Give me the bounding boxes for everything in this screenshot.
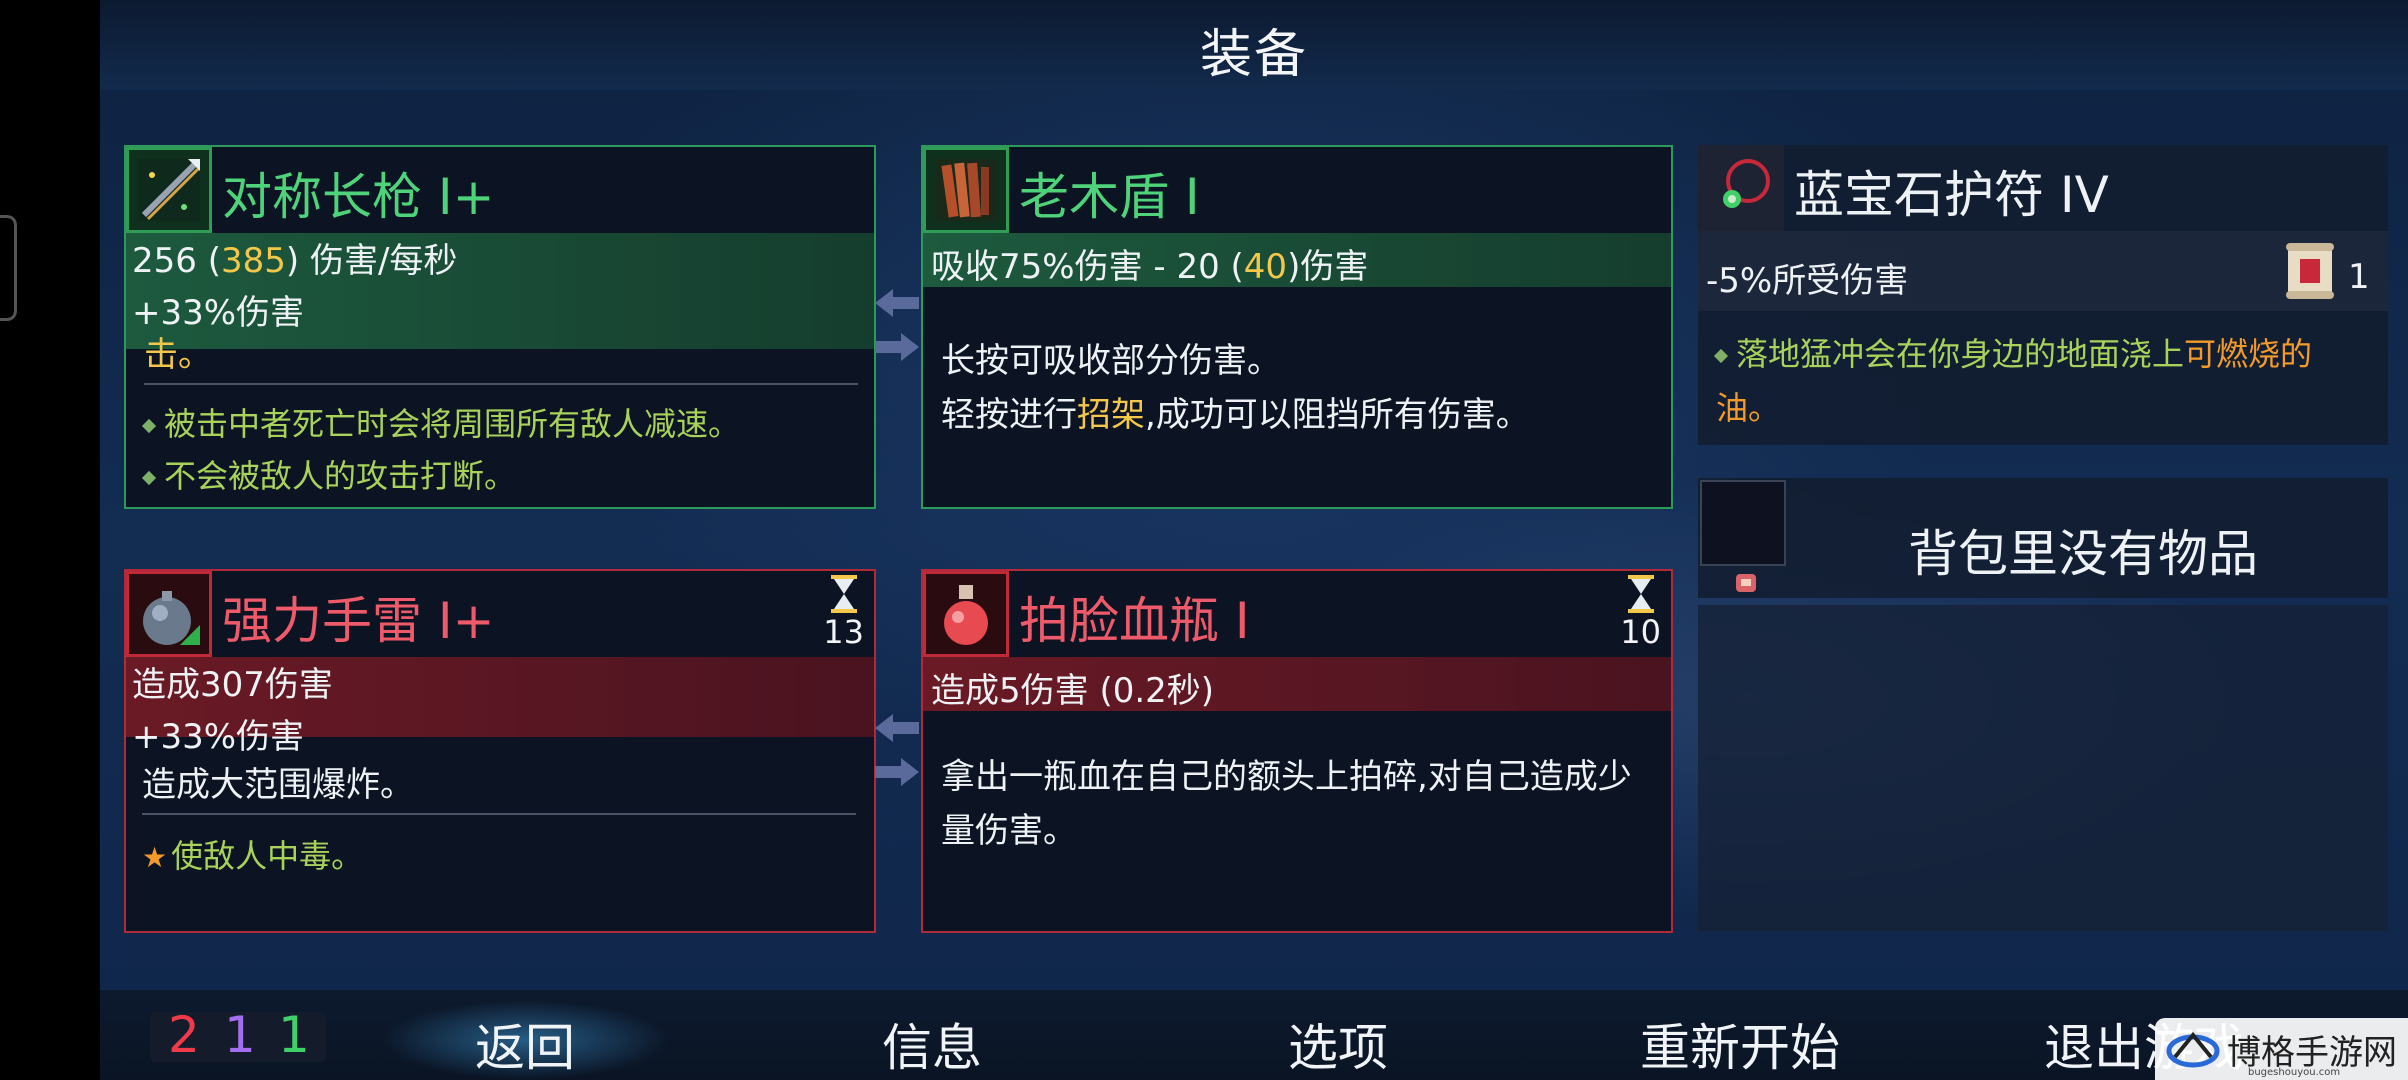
desc-partial: 击。 xyxy=(144,335,212,375)
skill-card-grenade[interactable]: 强力手雷 I+ 13 造成307伤害 +33%伤害 造成大范围爆炸。 ★ 使敌人中… xyxy=(124,569,876,933)
menu-info-button[interactable]: 信息 xyxy=(882,1008,982,1080)
hourglass-icon xyxy=(1627,575,1654,613)
top-bar: 装备 xyxy=(100,0,2408,90)
screen-title: 装备 xyxy=(1199,25,1308,85)
scroll-count-green: 1 xyxy=(278,1006,310,1064)
menu-restart-button[interactable]: 重新开始 xyxy=(1640,1008,1840,1080)
absorb-boosted: 40 xyxy=(1243,247,1288,287)
absorb-unit: )伤害 xyxy=(1287,247,1369,287)
bullet-diamond-icon xyxy=(141,470,157,486)
dps-base: 256 ( xyxy=(132,241,221,281)
backpack-panel xyxy=(1698,605,2388,931)
hourglass-icon xyxy=(830,575,857,613)
amulet-perk: 落地猛冲会在你身边的地面浇上可燃烧的 xyxy=(1713,329,2313,375)
sapphire-amulet-icon xyxy=(1698,145,1784,231)
watermark-logo-icon xyxy=(2166,1031,2220,1068)
desc-2-b: ,成功可以阻挡所有伤害。 xyxy=(1145,395,1530,435)
equipment-screen: 装备 对称长枪 I+ 256 (385) 伤害/每秒 +33%伤害 击。 被击中… xyxy=(100,0,2408,1080)
dps-unit: ) 伤害/每秒 xyxy=(285,241,458,281)
perk-1-text: 被击中者死亡时会将周围所有敌人减速。 xyxy=(164,405,741,443)
desc-line-2: 轻按进行招架,成功可以阻挡所有伤害。 xyxy=(941,387,1530,436)
perk-line: ★ 使敌人中毒。 xyxy=(142,831,363,877)
bonus-line: +33%伤害 xyxy=(132,717,305,757)
backpack-card[interactable]: 背包里没有物品 xyxy=(1698,478,2388,598)
scroll-count-red: 2 xyxy=(168,1006,200,1064)
cooldown-seconds: 13 xyxy=(823,613,864,651)
absorb-line: 吸收75%伤害 - 20 (40)伤害 xyxy=(931,239,1368,288)
left-black-strip xyxy=(0,0,100,1080)
menu-back-button[interactable]: 返回 xyxy=(475,1008,575,1080)
cooldown-seconds: 10 xyxy=(1620,613,1661,651)
divider xyxy=(142,813,856,815)
item-name: 对称长枪 I+ xyxy=(222,168,495,226)
scroll-icon xyxy=(2282,239,2342,307)
desc-2-a: 轻按进行 xyxy=(941,395,1077,435)
bullet-diamond-icon xyxy=(141,418,157,434)
backpack-mini-icon xyxy=(1732,570,1760,598)
item-name: 强力手雷 I+ xyxy=(222,592,495,650)
perk-1: 被击中者死亡时会将周围所有敌人减速。 xyxy=(141,399,741,445)
dps-line: 256 (385) 伤害/每秒 xyxy=(132,233,457,282)
potion-icon xyxy=(923,571,1009,657)
swap-weapons-arrows[interactable] xyxy=(875,285,919,365)
backpack-slot-icon[interactable] xyxy=(1700,480,1786,566)
wooden-shield-icon xyxy=(923,147,1009,233)
item-name: 老木盾 I xyxy=(1019,168,1200,226)
absorb-base: 吸收75%伤害 - 20 ( xyxy=(931,247,1244,287)
item-name: 拍脸血瓶 I xyxy=(1019,592,1250,650)
dps-boosted: 385 xyxy=(220,241,286,281)
grenade-icon xyxy=(126,571,212,657)
swap-skills-arrows[interactable] xyxy=(875,710,919,790)
flammable-keyword: 可燃烧的 xyxy=(2184,335,2313,373)
cooldown: 13 xyxy=(823,575,864,651)
backpack-empty-text: 背包里没有物品 xyxy=(1908,525,2258,583)
damage-line: 造成5伤害 (0.2秒) xyxy=(931,671,1215,711)
perk-text: 使敌人中毒。 xyxy=(171,837,364,875)
desc-line: 造成大范围爆炸。 xyxy=(142,765,414,805)
amulet-perk-line2: 油。 xyxy=(1716,389,1781,427)
skill-card-potion[interactable]: 拍脸血瓶 I 10 造成5伤害 (0.2秒) 拿出一瓶血在自己的额头上拍碎,对自… xyxy=(921,569,1673,933)
cooldown: 10 xyxy=(1620,575,1661,651)
perk-2: 不会被敌人的攻击打断。 xyxy=(141,451,517,497)
resist-line: -5%所受伤害 xyxy=(1706,261,1909,301)
bullet-diamond-icon xyxy=(1713,348,1729,364)
scroll-count-purple: 1 xyxy=(224,1006,256,1064)
desc-line-1: 长按可吸收部分伤害。 xyxy=(941,341,1281,381)
side-tab-handle[interactable] xyxy=(0,215,17,321)
item-name: 蓝宝石护符 IV xyxy=(1794,166,2109,224)
divider xyxy=(144,383,858,385)
weapon-card-spear[interactable]: 对称长枪 I+ 256 (385) 伤害/每秒 +33%伤害 击。 被击中者死亡… xyxy=(124,145,876,509)
perk-2-text: 不会被敌人的攻击打断。 xyxy=(164,457,517,495)
amulet-perk-text: 落地猛冲会在你身边的地面浇上 xyxy=(1736,335,2185,373)
scroll-count: 1 xyxy=(2348,257,2370,297)
desc-line-1: 拿出一瓶血在自己的额头上拍碎,对自己造成少 xyxy=(941,757,1632,797)
menu-options-button[interactable]: 选项 xyxy=(1288,1008,1388,1080)
star-bullet-icon: ★ xyxy=(142,841,168,874)
damage-line: 造成307伤害 xyxy=(132,665,333,705)
amulet-card[interactable]: 蓝宝石护符 IV -5%所受伤害 1 落地猛冲会在你身边的地面浇上可燃烧的 油。 xyxy=(1698,145,2388,445)
weapon-card-shield[interactable]: 老木盾 I 吸收75%伤害 - 20 (40)伤害 长按可吸收部分伤害。 轻按进… xyxy=(921,145,1673,509)
parry-keyword: 招架 xyxy=(1077,395,1145,435)
watermark-url: bugeshouyou.com xyxy=(2248,1067,2341,1078)
spear-icon xyxy=(126,147,212,233)
desc-line-2: 量伤害。 xyxy=(941,811,1077,851)
